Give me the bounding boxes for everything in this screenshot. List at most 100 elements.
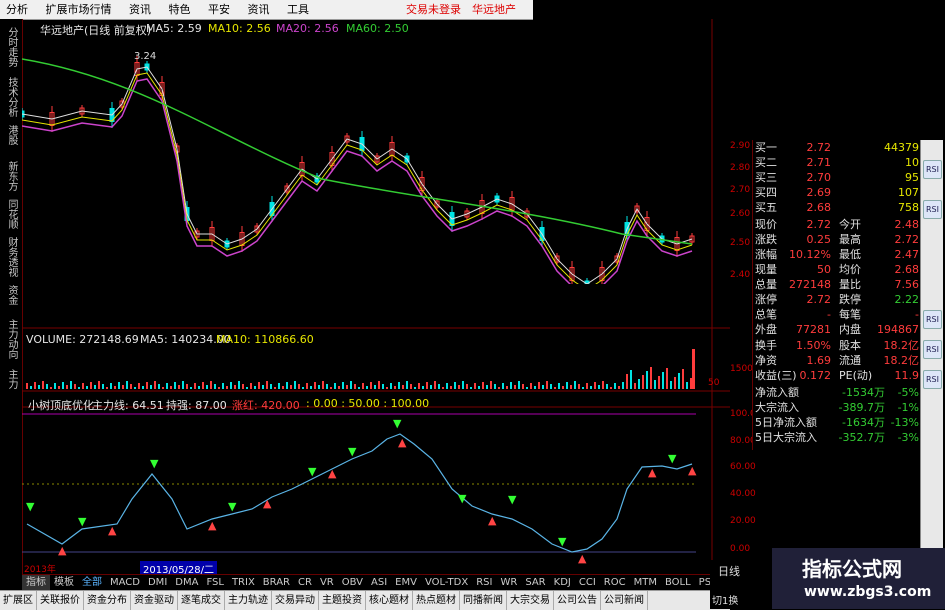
- function-tab[interactable]: 主题投资: [319, 591, 366, 610]
- volume-bar: [646, 371, 648, 389]
- volume-bar: [102, 384, 104, 389]
- volume-bar: [626, 374, 628, 389]
- indicator-tab[interactable]: BOLL: [661, 575, 695, 591]
- function-tab[interactable]: 热点题材: [413, 591, 460, 610]
- indicator-tab[interactable]: CR: [294, 575, 316, 591]
- volume-bar: [562, 386, 564, 389]
- volume-bar: [650, 367, 652, 389]
- tab-zijin[interactable]: 资金: [3, 285, 17, 305]
- red-label: 涨红: 420.00: [232, 399, 300, 412]
- indicator-tab[interactable]: BRAR: [259, 575, 294, 591]
- function-tab[interactable]: 扩展区: [0, 591, 37, 610]
- volume-bar: [98, 381, 100, 389]
- volume-bar: [670, 381, 672, 389]
- indicator-tab[interactable]: ASI: [367, 575, 391, 591]
- function-tab[interactable]: 核心题材: [366, 591, 413, 610]
- menu-item[interactable]: 资讯: [123, 0, 159, 17]
- function-tab[interactable]: 资金分布: [84, 591, 131, 610]
- price-tick: 2.70: [730, 185, 751, 195]
- function-tab[interactable]: 主力轨迹: [225, 591, 272, 610]
- function-tab[interactable]: 大宗交易: [507, 591, 554, 610]
- function-tab[interactable]: 逐笔成交: [178, 591, 225, 610]
- volume-bar: [306, 383, 308, 389]
- volume-bar: [410, 384, 412, 389]
- side-button[interactable]: RSI: [923, 310, 942, 329]
- function-tab[interactable]: 关联报价: [37, 591, 84, 610]
- tab-tonghuashun[interactable]: 同花顺: [3, 199, 17, 229]
- indicator-tab[interactable]: VOL-TDX: [421, 575, 472, 591]
- volume-bar: [482, 382, 484, 389]
- indicator-tab[interactable]: FSL: [202, 575, 228, 591]
- menu-item[interactable]: 工具: [281, 0, 317, 17]
- indicator-tab[interactable]: VR: [316, 575, 338, 591]
- period-label[interactable]: 日线: [718, 563, 740, 579]
- quote-panel: 买一 2.72 44379 买二 2.71 10 买三 2.70 95 买四 2.69 107 买五 2.…: [752, 140, 921, 450]
- volume-bar: [378, 381, 380, 389]
- volume-bar: [634, 383, 636, 389]
- quote-cell: 18.2亿: [883, 354, 920, 367]
- volume-bar: [398, 382, 400, 389]
- tab-caiwu[interactable]: 财务透视: [3, 237, 17, 277]
- indicator-tab[interactable]: SAR: [521, 575, 549, 591]
- volume-bar: [234, 385, 236, 389]
- indicator-tab[interactable]: KDJ: [550, 575, 575, 591]
- function-tab[interactable]: 交易异动: [272, 591, 319, 610]
- volume-bar: [298, 384, 300, 389]
- watermark-logo: 指标公式网 www.zbgs3.com: [772, 548, 945, 609]
- tab-jishu[interactable]: 技术分析: [3, 77, 17, 117]
- indicator-tab[interactable]: RSI: [472, 575, 496, 591]
- volume-bar: [342, 382, 344, 389]
- tab-fenshi[interactable]: 分时走势: [3, 27, 17, 67]
- tab-zhuli-2[interactable]: 主力: [3, 369, 17, 389]
- indicator-tab[interactable]: MACD: [106, 575, 144, 591]
- menu-item[interactable]: 扩展市场行情: [40, 0, 120, 17]
- quote-cell: 18.2亿: [883, 339, 920, 352]
- function-tab[interactable]: 公司新闻: [601, 591, 648, 610]
- switch-label[interactable]: 切1换: [712, 592, 738, 607]
- volume-bar: [366, 386, 368, 389]
- menu-item[interactable]: 分析: [0, 0, 36, 17]
- volume-bar: [226, 386, 228, 389]
- quote-row: 买三 2.70 95: [753, 170, 921, 185]
- sell-arrow-icon: ▲: [263, 497, 272, 510]
- indicator-tab[interactable]: ROC: [600, 575, 630, 591]
- side-button[interactable]: RSI: [923, 160, 942, 179]
- chart-area[interactable]: ▼ ▲ ▼ ▲ ▼ ▲ ▼ ▲ ▼ ▲ ▼ ▼ ▲ ▼ ▲ ▼ ▼ ▲ ▲ ▼ ▲: [22, 19, 730, 574]
- volume-bar: [610, 387, 612, 389]
- volume-bar: [550, 384, 552, 389]
- indicator-tab[interactable]: CCI: [575, 575, 600, 591]
- side-button[interactable]: RSI: [923, 370, 942, 389]
- indicator-tab[interactable]: MTM: [630, 575, 661, 591]
- volume-bar: [82, 383, 84, 389]
- indicator-line: [26, 433, 693, 553]
- volume-bar: [250, 383, 252, 389]
- quote-cell: 流通: [839, 354, 861, 367]
- function-tab[interactable]: 同播新闻: [460, 591, 507, 610]
- side-button[interactable]: RSI: [923, 200, 942, 219]
- menu-item[interactable]: 平安: [202, 0, 238, 17]
- function-tab[interactable]: 资金驱动: [131, 591, 178, 610]
- menu-item[interactable]: 特色: [163, 0, 199, 17]
- indicator-tab[interactable]: 全部: [78, 575, 106, 591]
- volume-bar: [470, 387, 472, 389]
- indicator-tab[interactable]: DMA: [171, 575, 202, 591]
- side-button[interactable]: RSI: [923, 340, 942, 359]
- tab-ganggu[interactable]: 港股: [3, 125, 17, 145]
- indicator-tab[interactable]: OBV: [338, 575, 367, 591]
- tab-xindongfang[interactable]: 新东方: [3, 161, 17, 191]
- indicator-tab[interactable]: 指标: [22, 575, 50, 591]
- menu-item[interactable]: 资讯: [242, 0, 278, 17]
- volume-bar: [598, 385, 600, 389]
- indicator-tab[interactable]: WR: [496, 575, 521, 591]
- indicator-tab[interactable]: DMI: [144, 575, 171, 591]
- indicator-tab[interactable]: 模板: [50, 575, 78, 591]
- quote-row: 收益(三) 0.172 PE(动) 11.9: [753, 368, 921, 383]
- volume-bar: [334, 383, 336, 389]
- function-tab[interactable]: 公司公告: [554, 591, 601, 610]
- indicator-tab[interactable]: TRIX: [228, 575, 259, 591]
- volume-bar: [230, 382, 232, 389]
- tab-zhuli[interactable]: 主力动向: [3, 319, 17, 359]
- login-status[interactable]: 交易未登录: [400, 0, 469, 17]
- side-button-strip: RSI RSI RSI RSI RSI: [920, 140, 943, 565]
- indicator-tab[interactable]: EMV: [391, 575, 421, 591]
